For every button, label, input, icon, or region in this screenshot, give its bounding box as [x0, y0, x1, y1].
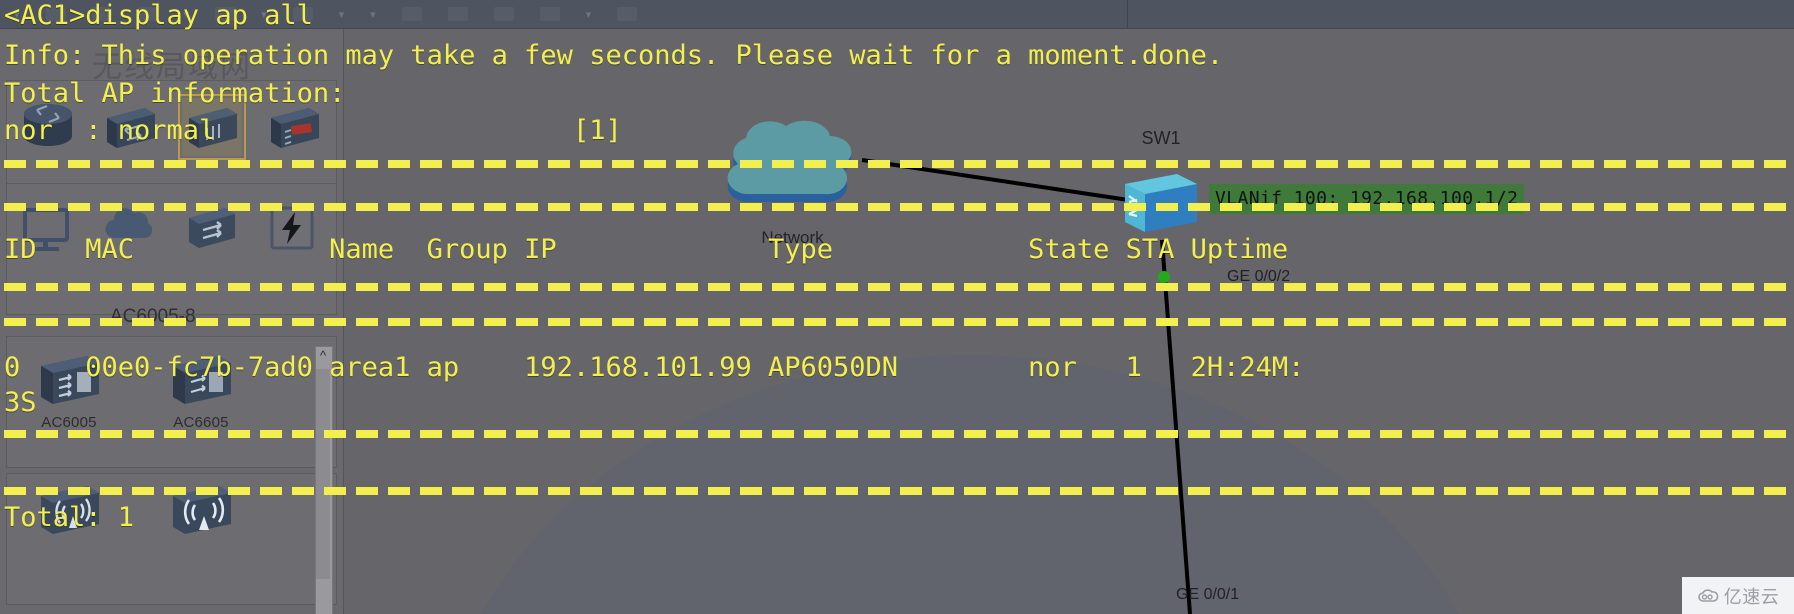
toolbar-button-7[interactable]: [447, 7, 468, 21]
interface-label-ge001: GE 0/0/1: [1176, 586, 1240, 603]
toolbar-button-8[interactable]: [493, 7, 514, 21]
chevron-down-icon-3[interactable]: ▾: [261, 8, 267, 21]
toolbar-button-5[interactable]: [292, 7, 313, 21]
link-cloud-to-sw1: [861, 158, 1163, 207]
application-toolbar[interactable]: ▾ ▾ ▾ ▾ ▾ ▾: [0, 0, 1794, 29]
chevron-down-icon-4[interactable]: ▾: [339, 8, 345, 21]
chevron-down-icon-2[interactable]: ▾: [184, 8, 190, 21]
chevron-down-icon-5[interactable]: ▾: [370, 8, 376, 21]
watermark: 亿速云: [1682, 577, 1794, 614]
toolbar-button-3[interactable]: [137, 7, 158, 21]
toolbar-button-10[interactable]: [617, 7, 638, 21]
sw1-label: SW1: [1141, 128, 1181, 148]
toolbar-icon-group: ▾ ▾ ▾ ▾ ▾ ▾: [0, 0, 638, 28]
link-sw1-to-ap: [1160, 239, 1192, 614]
toolbar-button-1[interactable]: [45, 7, 66, 21]
topology-canvas[interactable]: AC6005-8 AC6005 AC6605 ^ 无线局域网 Network S…: [0, 0, 1794, 614]
chevron-down-icon-1[interactable]: ▾: [14, 8, 20, 21]
link-status-dot-up: [1158, 271, 1170, 283]
screenshot-stage: AC6005-8 AC6005 AC6605 ^ 无线局域网 Network S…: [0, 0, 1794, 614]
toolbar-button-4[interactable]: [215, 7, 236, 21]
toolbar-separator: [1127, 0, 1128, 28]
interface-label-ge002: GE 0/0/2: [1227, 268, 1291, 285]
toolbar-button-6[interactable]: [401, 7, 422, 21]
cloud-icon: [1697, 588, 1719, 602]
chevron-down-icon-6[interactable]: ▾: [586, 8, 592, 21]
topology-links: [861, 158, 1192, 614]
vlanif-badge: VLANif 100: 192.168.100.1/2: [1209, 184, 1525, 214]
toolbar-button-9[interactable]: [539, 7, 560, 21]
sw1-switch-node[interactable]: [1119, 170, 1203, 242]
toolbar-button-2[interactable]: [91, 7, 112, 21]
watermark-text: 亿速云: [1723, 586, 1780, 607]
